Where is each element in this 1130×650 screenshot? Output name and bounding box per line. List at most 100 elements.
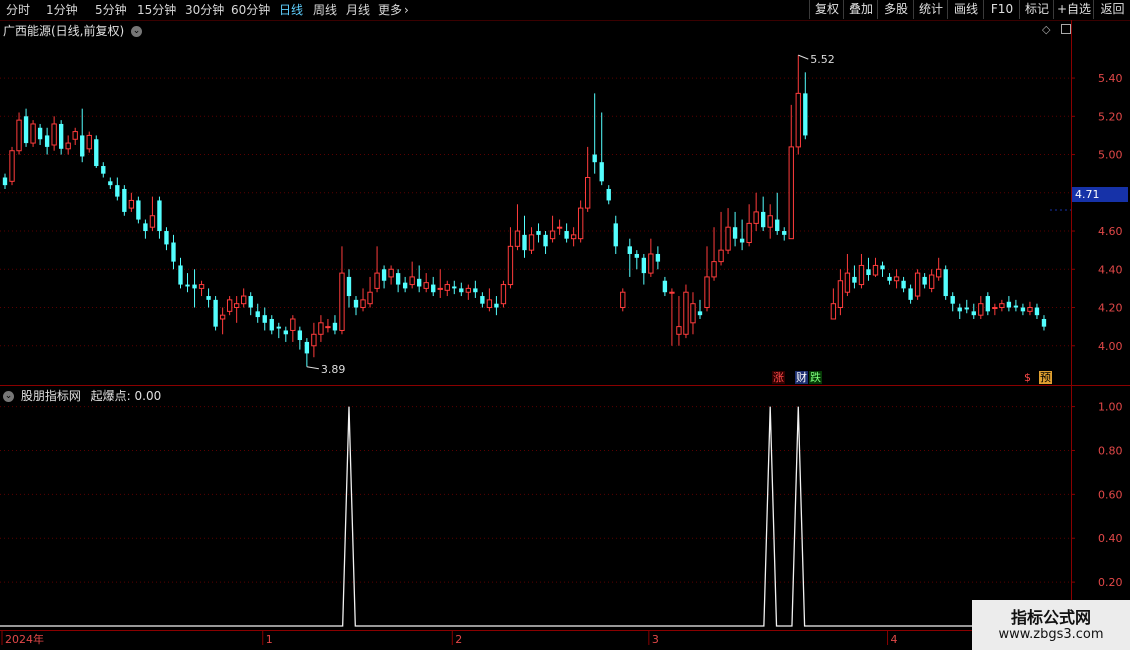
watermark-title: 指标公式网 — [1010, 608, 1091, 627]
low-label: 3.89 — [321, 363, 346, 376]
candle-body — [431, 284, 436, 293]
candle-body — [887, 276, 892, 281]
month-label: 2 — [455, 633, 462, 646]
candle-body — [94, 139, 99, 167]
candle-body — [704, 276, 710, 309]
candle-body — [402, 282, 408, 289]
candle-body — [992, 307, 998, 310]
candle-body — [58, 123, 64, 149]
candle-body — [2, 177, 8, 186]
indicator-collapse-icon[interactable]: ⌄ — [3, 391, 14, 402]
forecast-mark[interactable]: 预 — [1039, 371, 1052, 384]
price-tick-label: 5.40 — [1098, 72, 1123, 85]
indicator-tick-label: 1.00 — [1098, 401, 1123, 414]
indicator-tick-label: 0.80 — [1098, 444, 1123, 457]
candle-body — [564, 231, 569, 239]
candle-body — [233, 303, 240, 309]
candle-body — [115, 185, 120, 197]
candle-body — [452, 286, 457, 289]
candle-body — [690, 303, 696, 324]
candle-body — [893, 276, 900, 282]
limit-down-mark[interactable]: 跌 — [809, 371, 822, 384]
candle-body — [444, 284, 450, 291]
candle-body — [528, 234, 535, 251]
diamond-icon[interactable]: ◇ — [1042, 23, 1050, 36]
indicator-tick-label: 0.40 — [1098, 532, 1123, 545]
candle-body — [459, 288, 464, 293]
chevron-down-icon[interactable]: ⌄ — [131, 26, 143, 37]
kline-chart[interactable]: 5.405.205.004.804.604.404.204.001.000.80… — [0, 0, 1130, 650]
price-tick-label: 4.00 — [1098, 340, 1123, 353]
indicator-title: 股朋指标网 — [20, 389, 81, 403]
candle-body — [711, 261, 717, 278]
price-tick-label: 4.20 — [1098, 302, 1123, 315]
candle-body — [198, 284, 205, 289]
price-tick-label: 5.20 — [1098, 110, 1123, 123]
candle-body — [943, 269, 948, 297]
candle-body — [599, 162, 604, 182]
candle-body — [732, 227, 738, 239]
candle-body — [985, 296, 990, 312]
dollar-mark-icon[interactable]: $ — [1024, 371, 1031, 384]
candle-body — [136, 200, 141, 220]
candle-body — [72, 131, 78, 140]
candle-body — [522, 234, 527, 251]
candle-body — [283, 330, 288, 335]
candle-body — [852, 276, 857, 283]
candle-body — [788, 146, 794, 240]
candle-body — [725, 226, 731, 251]
candle-body — [697, 311, 703, 316]
candle-body — [620, 291, 626, 309]
candle-body — [304, 341, 310, 354]
candle-body — [760, 211, 766, 228]
candle-body — [795, 92, 801, 148]
candle-body — [584, 176, 591, 209]
candle-body — [353, 299, 359, 308]
candle-body — [556, 226, 563, 229]
candle-body — [360, 299, 366, 309]
candle-body — [978, 303, 984, 316]
indicator-tick-label: 0.60 — [1098, 488, 1123, 501]
candle-body — [486, 299, 493, 309]
candle-body — [417, 278, 422, 287]
candle-body — [346, 276, 352, 297]
candle-body — [500, 284, 507, 305]
stock-title-bar: 广西能源(日线,前复权) ⌄ — [3, 22, 143, 39]
candle-body — [858, 264, 865, 286]
candle-body — [255, 311, 260, 318]
low-pointer — [306, 366, 319, 370]
candle-body — [149, 215, 156, 228]
watermark: 指标公式网 www.zbgs3.com — [972, 600, 1130, 650]
finance-mark[interactable]: 财 — [795, 371, 808, 384]
indicator-tick-label: 0.20 — [1098, 576, 1123, 589]
price-tick-label: 4.40 — [1098, 263, 1123, 276]
stock-title: 广西能源(日线,前复权) — [3, 24, 125, 38]
candle-body — [311, 333, 317, 347]
candle-body — [914, 272, 921, 297]
candle-body — [128, 199, 135, 209]
chart-annotations: 5.52 3.89 — [306, 53, 1071, 376]
candle-body — [866, 269, 871, 276]
candle-body — [950, 296, 955, 304]
candle-body — [746, 222, 752, 244]
candle-body — [606, 188, 611, 201]
candle-body — [676, 326, 682, 335]
candle-body — [276, 326, 281, 329]
candle-body — [634, 253, 639, 258]
month-label: 1 — [266, 633, 273, 646]
candle-body — [108, 181, 113, 186]
current-price-box: 4.71 — [1072, 187, 1128, 202]
candle-body — [80, 135, 85, 157]
candle-body — [332, 322, 338, 331]
limit-up-mark[interactable]: 涨 — [772, 371, 785, 384]
candle-body — [37, 127, 43, 140]
indicator-title-bar: ⌄ 股朋指标网 起爆点: 0.00 — [3, 387, 161, 404]
candle-body — [325, 326, 331, 329]
candle-body — [192, 284, 197, 289]
candle-body — [171, 242, 176, 262]
candle-body — [262, 315, 267, 323]
indicator-param: 起爆点: 0.00 — [90, 389, 162, 403]
candle-body — [922, 276, 927, 285]
candle-body — [648, 253, 654, 274]
panel-toggle-icon[interactable] — [1061, 24, 1071, 34]
